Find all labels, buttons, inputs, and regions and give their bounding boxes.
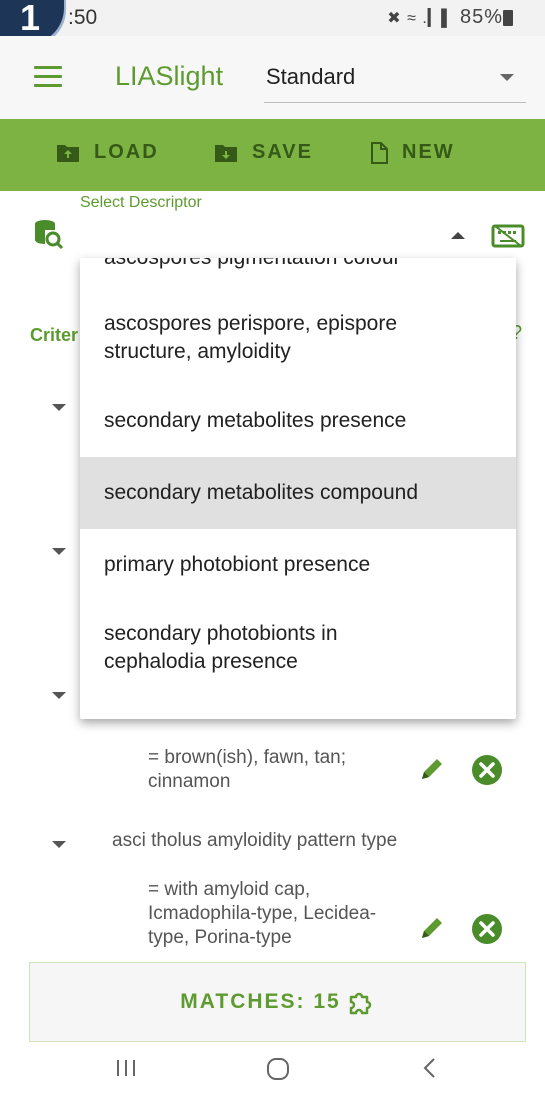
descriptor-dropdown: ascospores pigmentation colour ascospore… — [80, 258, 516, 719]
status-icons: ✖︎ ≈ .▎▌ 85% — [387, 6, 503, 29]
toolbar: LOAD SAVE NEW — [0, 119, 545, 191]
dropdown-option-selected[interactable]: secondary metabolites compound — [80, 457, 516, 529]
pencil-icon[interactable] — [419, 915, 445, 941]
save-button[interactable]: SAVE — [214, 141, 313, 164]
load-label: LOAD — [94, 141, 159, 163]
puzzle-icon — [349, 992, 371, 1015]
recent-apps-icon[interactable] — [114, 1056, 138, 1080]
save-label: SAVE — [252, 141, 313, 163]
pencil-icon[interactable] — [419, 756, 445, 782]
dropdown-option[interactable]: secondary metabolites presence — [80, 385, 516, 457]
criterion-descriptor: asci tholus amyloidity pattern type — [112, 830, 398, 851]
dropdown-option[interactable]: ascospores perispore, epispore structure… — [80, 298, 516, 388]
close-circle-icon[interactable] — [471, 754, 503, 786]
status-time: :50 — [68, 6, 98, 29]
app-bar: LIASlight Standard — [0, 36, 545, 119]
chevron-up-icon[interactable] — [451, 232, 465, 239]
expand-arrow-icon[interactable] — [52, 692, 66, 699]
expand-arrow-icon[interactable] — [52, 404, 66, 411]
dropdown-option[interactable]: ascospores pigmentation colour — [80, 258, 516, 272]
app-title: LIASlight — [115, 61, 224, 91]
dropdown-option[interactable]: primary photobiont presence — [80, 529, 516, 601]
dropdown-option[interactable]: secondary photobionts in cephalodia pres… — [80, 606, 516, 696]
folder-download-icon — [215, 144, 237, 162]
criterion-value: = brown(ish), fawn, tan; cinnamon — [148, 747, 347, 792]
expand-arrow-icon[interactable] — [52, 841, 66, 848]
battery-percent: 85% — [459, 6, 503, 28]
matches-button[interactable]: MATCHES: 15 — [29, 962, 526, 1042]
mode-select-value: Standard — [266, 64, 356, 89]
chevron-down-icon — [500, 74, 514, 81]
new-file-icon — [371, 141, 388, 164]
status-bar: :50 ✖︎ ≈ .▎▌ 85% — [0, 0, 545, 36]
load-button[interactable]: LOAD — [56, 141, 159, 164]
mode-select[interactable]: Standard — [264, 58, 526, 103]
keyboard-icon[interactable] — [491, 222, 525, 250]
criteria-label: Criter — [30, 325, 79, 345]
new-button[interactable]: NEW — [370, 141, 455, 164]
signal-icons: ✖︎ ≈ .▎▌ — [387, 10, 454, 27]
criterion-value: = with amyloid cap, Icmadophila-type, Le… — [148, 879, 377, 948]
select-descriptor-label: Select Descriptor — [80, 194, 202, 211]
back-icon[interactable] — [420, 1056, 440, 1080]
new-label: NEW — [402, 141, 455, 163]
menu-icon[interactable] — [34, 66, 62, 88]
matches-label: MATCHES: 15 — [180, 990, 341, 1013]
close-circle-icon[interactable] — [471, 913, 503, 945]
database-search-icon[interactable] — [33, 218, 65, 250]
home-icon[interactable] — [265, 1056, 291, 1082]
folder-upload-icon — [57, 144, 79, 162]
expand-arrow-icon[interactable] — [52, 548, 66, 555]
battery-icon — [503, 10, 513, 26]
